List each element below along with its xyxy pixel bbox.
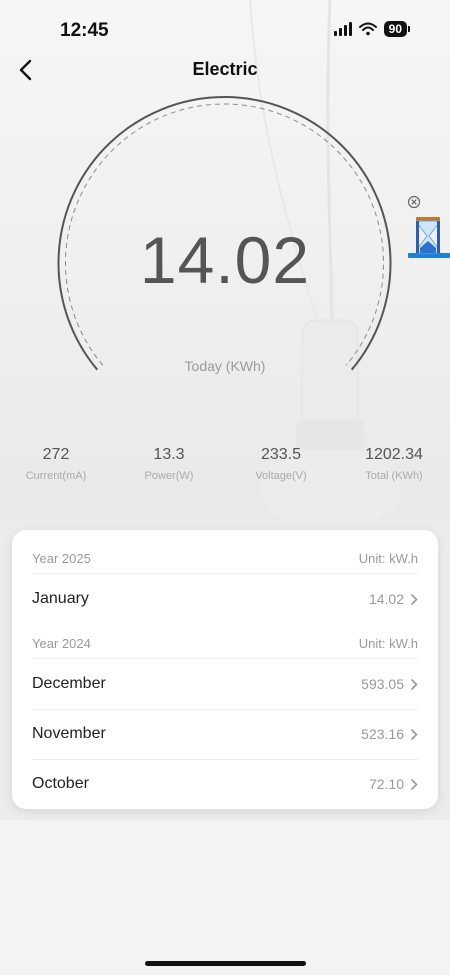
hourglass-icon: [408, 217, 450, 258]
close-circle-icon: [407, 195, 421, 209]
year-header-2024: Year 2024 Unit: kW.h: [32, 633, 418, 653]
chevron-right-icon: [410, 678, 418, 690]
month-value: 523.16: [361, 726, 404, 742]
month-value-group: 523.16: [361, 726, 418, 742]
month-row-january[interactable]: January 14.02: [32, 574, 418, 624]
unit-label: Unit: kW.h: [358, 635, 418, 651]
floating-hourglass-widget[interactable]: [406, 214, 450, 260]
chevron-right-icon: [410, 728, 418, 740]
month-value: 593.05: [361, 676, 404, 692]
month-name: January: [32, 590, 89, 607]
month-value-group: 593.05: [361, 676, 418, 692]
year-header-2025: Year 2025 Unit: kW.h: [32, 548, 418, 568]
stat-power-label: Power(W): [144, 470, 194, 482]
stat-total: 1202.34 Total (KWh): [339, 446, 449, 482]
stat-current-value: 272: [42, 446, 70, 463]
chevron-right-icon: [410, 778, 418, 790]
year-label: Year 2024: [32, 635, 91, 651]
stat-current-label: Current(mA): [25, 470, 87, 482]
stat-voltage-value: 233.5: [260, 446, 302, 463]
stat-power-value: 13.3: [153, 446, 185, 463]
month-name: October: [32, 775, 89, 792]
unit-label: Unit: kW.h: [358, 550, 418, 566]
chevron-right-icon: [410, 593, 418, 605]
stat-total-label: Total (KWh): [365, 470, 423, 482]
month-row-november[interactable]: November 523.16: [32, 709, 418, 759]
month-name: December: [32, 675, 106, 692]
energy-gauge: [57, 96, 392, 371]
month-row-december[interactable]: December 593.05: [32, 659, 418, 709]
home-indicator: [145, 961, 306, 966]
month-value: 72.10: [368, 776, 404, 792]
history-card: Year 2025 Unit: kW.h January 14.02 Year …: [12, 530, 438, 809]
month-name: November: [32, 725, 106, 742]
stat-voltage-label: Voltage(V): [255, 470, 307, 482]
stat-current: 272 Current(mA): [1, 446, 111, 482]
year-label: Year 2025: [32, 550, 91, 566]
month-value-group: 14.02: [369, 591, 418, 607]
month-value-group: 72.10: [369, 776, 418, 792]
month-value: 14.02: [368, 591, 404, 607]
stat-total-value: 1202.34: [365, 446, 423, 463]
month-row-october[interactable]: October 72.10: [32, 759, 418, 809]
floating-close-button[interactable]: [406, 194, 422, 210]
stats-row: 272 Current(mA) 13.3 Power(W) 233.5 Volt…: [0, 446, 450, 496]
bottom-background: [0, 820, 450, 975]
gauge-label: Today (KWh): [184, 358, 266, 374]
stat-power: 13.3 Power(W): [114, 446, 224, 482]
stat-voltage: 233.5 Voltage(V): [226, 446, 336, 482]
gauge-value: 14.02: [139, 223, 311, 297]
